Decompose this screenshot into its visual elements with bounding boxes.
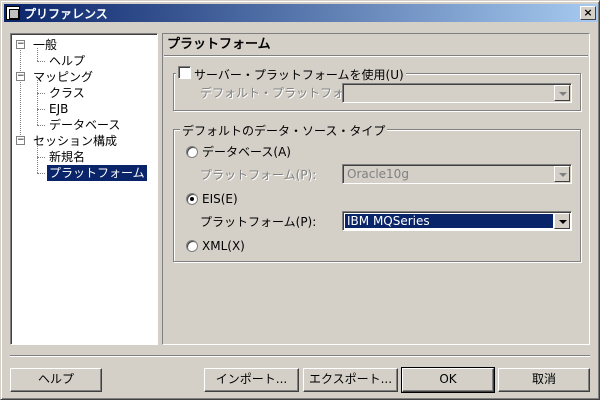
database-platform-value: Oracle10g — [347, 167, 409, 181]
panel-title-divider — [164, 55, 588, 57]
title-bar[interactable]: プリファレンス × — [4, 4, 598, 22]
tree-connector-line — [37, 80, 38, 125]
preferences-tree[interactable]: − 一般 ヘルプ − マッピング クラス EJB データベース − セッション構… — [10, 33, 158, 345]
tree-connector-line — [20, 48, 21, 141]
tree-item-mapping[interactable]: マッピング — [33, 69, 93, 85]
use-server-platform-label[interactable]: サーバー・プラットフォームを使用(U) — [194, 68, 404, 82]
xml-radio[interactable] — [186, 240, 198, 252]
server-platform-group: サーバー・プラットフォームを使用(U) デフォルト・プラットフォーム(D): — [173, 66, 581, 111]
tree-item-class[interactable]: クラス — [49, 85, 85, 101]
database-radio[interactable] — [186, 146, 198, 158]
datasource-type-group-title: デフォルトのデータ・ソース・タイプ — [180, 122, 388, 139]
eis-platform-select[interactable]: IBM MQSeries — [342, 211, 572, 231]
platform-panel: プラットフォーム サーバー・プラットフォームを使用(U) デフォルト・プラットフ… — [162, 33, 590, 345]
dropdown-arrow-icon[interactable] — [554, 213, 570, 229]
dropdown-arrow-icon — [554, 166, 570, 182]
window-title: プリファレンス — [24, 6, 108, 21]
tree-connector-line — [37, 93, 45, 94]
collapse-icon[interactable]: − — [16, 136, 25, 145]
panel-title: プラットフォーム — [167, 37, 271, 52]
ok-button[interactable]: OK — [401, 367, 495, 393]
tree-connector-line — [37, 157, 45, 158]
tree-item-help[interactable]: ヘルプ — [49, 53, 85, 69]
preferences-window: プリファレンス × − 一般 ヘルプ − マッピング クラス EJB データベー… — [0, 0, 600, 400]
tree-item-session-config[interactable]: セッション構成 — [33, 133, 117, 149]
close-button[interactable]: × — [580, 6, 596, 20]
eis-platform-value: IBM MQSeries — [345, 214, 553, 228]
database-radio-label[interactable]: データベース(A) — [202, 145, 291, 159]
cancel-button[interactable]: 取消 — [498, 368, 590, 392]
eis-radio-label[interactable]: EIS(E) — [202, 192, 238, 206]
tree-item-new-name[interactable]: 新規名 — [49, 149, 85, 165]
collapse-icon[interactable]: − — [16, 40, 25, 49]
default-platform-value — [345, 86, 347, 100]
tree-item-general[interactable]: 一般 — [33, 37, 57, 53]
xml-radio-label[interactable]: XML(X) — [202, 239, 245, 253]
collapse-icon[interactable]: − — [16, 72, 25, 81]
default-platform-select — [342, 83, 572, 103]
datasource-type-group: デフォルトのデータ・ソース・タイプ データベース(A) プラットフォーム(P):… — [173, 122, 581, 262]
tree-item-platform[interactable]: プラットフォーム — [47, 165, 147, 181]
database-platform-select: Oracle10g — [342, 164, 572, 184]
tree-connector-line — [37, 125, 45, 126]
eis-platform-label: プラットフォーム(P): — [200, 215, 317, 229]
footer-divider — [10, 355, 590, 357]
dropdown-arrow-icon — [554, 85, 570, 101]
database-platform-label: プラットフォーム(P): — [200, 168, 317, 182]
server-platform-group-title: サーバー・プラットフォームを使用(U) — [176, 66, 406, 83]
tree-item-database[interactable]: データベース — [49, 117, 120, 133]
import-button[interactable]: インポート... — [204, 368, 299, 392]
tree-item-ejb[interactable]: EJB — [49, 101, 68, 117]
use-server-platform-checkbox[interactable] — [178, 66, 191, 79]
tree-connector-line — [37, 173, 45, 174]
tree-connector-line — [37, 109, 45, 110]
tree-connector-line — [37, 61, 45, 62]
help-button[interactable]: ヘルプ — [10, 368, 102, 392]
app-icon — [6, 6, 20, 20]
export-button[interactable]: エクスポート... — [303, 368, 398, 392]
eis-radio[interactable] — [186, 193, 198, 205]
